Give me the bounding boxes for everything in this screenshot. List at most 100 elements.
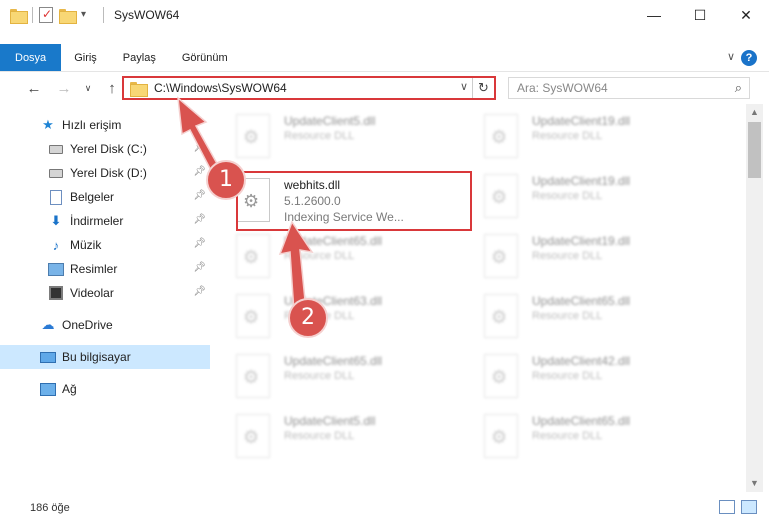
documents-icon	[48, 189, 64, 205]
file-item[interactable]: UpdateClient65.dll Resource DLL	[464, 408, 704, 468]
sidebar-item-videos[interactable]: Videolar 📌︎	[0, 281, 210, 305]
sidebar-item-quick-access[interactable]: ★ Hızlı erişim	[0, 113, 210, 137]
sidebar-item-network[interactable]: Ağ	[0, 377, 210, 401]
dll-file-icon	[236, 294, 270, 338]
address-bar[interactable]: C:\Windows\SysWOW64 ∨ ↻	[122, 76, 496, 100]
sidebar-item-this-pc[interactable]: Bu bilgisayar	[0, 345, 210, 369]
file-item[interactable]: UpdateClient65.dll Resource DLL	[216, 228, 456, 288]
file-item[interactable]: UpdateClient63.dll Resource DLL	[216, 288, 456, 348]
pin-icon[interactable]: 📌︎	[193, 166, 206, 177]
scroll-thumb[interactable]	[748, 122, 761, 178]
file-item[interactable]: UpdateClient65.dll Resource DLL	[464, 288, 704, 348]
file-description: Resource DLL	[532, 130, 603, 142]
file-description: Resource DLL	[532, 310, 603, 322]
scroll-up-icon[interactable]: ▲	[746, 104, 763, 121]
maximize-button[interactable]: ☐	[677, 0, 723, 30]
expand-ribbon-icon[interactable]: ∨	[727, 50, 735, 63]
computer-icon	[40, 349, 56, 365]
star-icon: ★	[42, 117, 54, 132]
search-placeholder: Ara: SysWOW64	[517, 81, 608, 95]
details-view-icon[interactable]	[719, 500, 735, 514]
sidebar-item-pictures[interactable]: Resimler 📌︎	[0, 257, 210, 281]
search-icon[interactable]: ⌕	[735, 80, 742, 96]
file-item[interactable]: UpdateClient42.dll Resource DLL	[464, 348, 704, 408]
dll-file-icon	[484, 234, 518, 278]
file-description: Resource DLL	[532, 370, 603, 382]
network-icon	[40, 381, 56, 397]
dll-file-icon	[484, 174, 518, 218]
file-description: Resource DLL	[532, 250, 603, 262]
quick-access-toolbar: ▾ SysWOW64	[0, 0, 179, 30]
sidebar-item-documents[interactable]: Belgeler 📌︎	[0, 185, 210, 209]
refresh-button[interactable]: ↻	[472, 78, 494, 98]
status-bar: 186 öğe	[0, 496, 769, 520]
pin-icon[interactable]: 📌︎	[193, 238, 206, 249]
vertical-scrollbar[interactable]: ▲ ▼	[746, 104, 763, 492]
properties-icon[interactable]	[39, 7, 53, 23]
file-description: Resource DLL	[284, 250, 355, 262]
file-item[interactable]: UpdateClient19.dll Resource DLL	[464, 108, 704, 168]
file-item[interactable]: UpdateClient5.dll Resource DLL	[216, 408, 456, 468]
file-description: Resource DLL	[284, 430, 355, 442]
up-button[interactable]: ↑	[100, 80, 124, 97]
file-name: UpdateClient42.dll	[532, 354, 631, 368]
file-description: Resource DLL	[284, 130, 355, 142]
file-description: Resource DLL	[284, 370, 355, 382]
file-item[interactable]: UpdateClient19.dll Resource DLL	[464, 228, 704, 288]
callout-step-2: 2	[288, 298, 328, 338]
file-name: UpdateClient19.dll	[532, 174, 631, 188]
sidebar-item-label: Müzik	[70, 238, 102, 252]
sidebar-item-label: Hızlı erişim	[62, 118, 122, 132]
file-name: UpdateClient5.dll	[284, 114, 376, 128]
help-icon[interactable]: ?	[741, 50, 757, 66]
sidebar-item-music[interactable]: ♪ Müzik 📌︎	[0, 233, 210, 257]
pin-icon[interactable]: 📌︎	[193, 190, 206, 201]
dll-file-icon	[236, 234, 270, 278]
file-item[interactable]: UpdateClient5.dll Resource DLL	[216, 108, 456, 168]
dll-file-icon	[484, 294, 518, 338]
view-switcher	[719, 500, 757, 514]
sidebar-item-onedrive[interactable]: ☁ OneDrive	[0, 313, 210, 337]
drive-icon	[48, 141, 64, 157]
drive-icon	[48, 165, 64, 181]
pin-icon[interactable]: 📌︎	[193, 262, 206, 273]
forward-button[interactable]: →	[52, 80, 76, 97]
pin-icon[interactable]: 📌︎	[193, 286, 206, 297]
tiles-view-icon[interactable]	[741, 500, 757, 514]
file-name: UpdateClient65.dll	[532, 414, 631, 428]
search-input[interactable]: Ara: SysWOW64 ⌕	[508, 77, 750, 99]
address-path[interactable]: C:\Windows\SysWOW64	[154, 81, 287, 95]
file-list: UpdateClient5.dll Resource DLL webhits.d…	[216, 104, 746, 492]
dll-file-icon	[236, 354, 270, 398]
toolbar-separator	[32, 7, 33, 23]
customize-toolbar-icon[interactable]: ▾	[81, 7, 97, 23]
dll-file-icon	[236, 414, 270, 458]
address-dropdown-icon[interactable]: ∨	[460, 80, 468, 93]
sidebar-item-label: OneDrive	[62, 318, 113, 332]
back-button[interactable]: ←	[22, 80, 46, 97]
file-item[interactable]: UpdateClient65.dll Resource DLL	[216, 348, 456, 408]
recent-locations-button[interactable]: ∨	[76, 83, 100, 94]
tab-share[interactable]: Paylaş	[110, 44, 169, 71]
minimize-button[interactable]: —	[631, 0, 677, 30]
cloud-icon: ☁	[41, 317, 55, 332]
tab-home[interactable]: Giriş	[61, 44, 110, 71]
sidebar-item-downloads[interactable]: ⬇ İndirmeler 📌︎	[0, 209, 210, 233]
close-button[interactable]: ✕	[723, 0, 769, 30]
tab-view[interactable]: Görünüm	[169, 44, 241, 71]
pin-icon[interactable]: 📌︎	[193, 214, 206, 225]
navigation-bar: ← → ∨ ↑ C:\Windows\SysWOW64 ∨ ↻ Ara: Sys…	[0, 72, 769, 104]
toolbar-separator	[103, 7, 104, 23]
sidebar-item-disk-c[interactable]: Yerel Disk (C:) 📌︎	[0, 137, 210, 161]
file-description: Resource DLL	[532, 430, 603, 442]
ribbon-tabs: Dosya Giriş Paylaş Görünüm ∨ ?	[0, 44, 769, 72]
highlight-box	[236, 171, 472, 231]
downloads-icon: ⬇	[50, 213, 62, 228]
sidebar-item-disk-d[interactable]: Yerel Disk (D:) 📌︎	[0, 161, 210, 185]
pin-icon[interactable]: 📌︎	[193, 142, 206, 153]
scroll-down-icon[interactable]: ▼	[746, 475, 763, 492]
sidebar-item-label: Yerel Disk (C:)	[70, 142, 147, 156]
new-folder-icon[interactable]	[59, 8, 77, 24]
file-item[interactable]: UpdateClient19.dll Resource DLL	[464, 168, 704, 228]
tab-file[interactable]: Dosya	[0, 44, 62, 71]
